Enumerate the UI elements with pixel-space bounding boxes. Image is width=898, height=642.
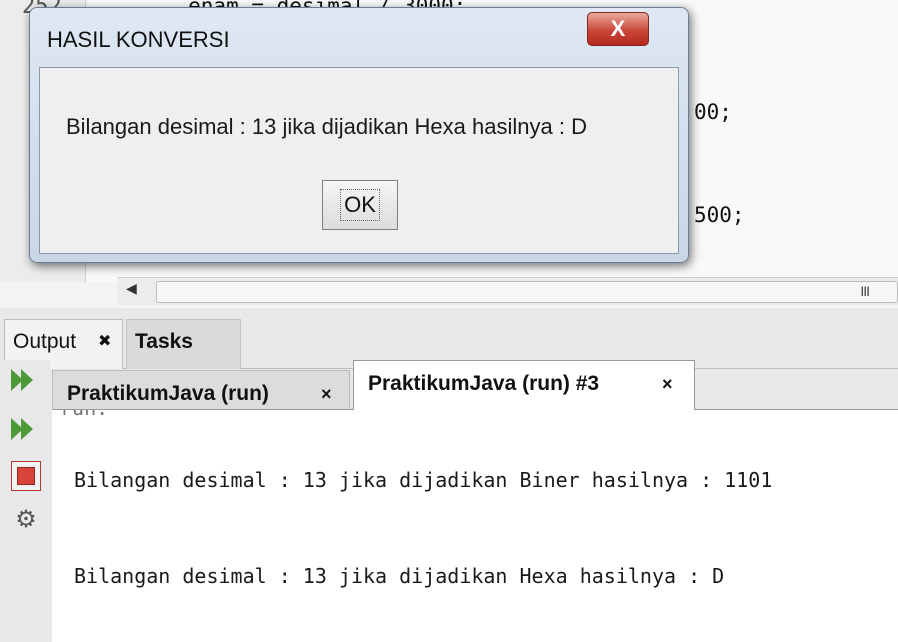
close-tab-icon[interactable]: ✖ <box>98 320 111 364</box>
run-tab-label: PraktikumJava (run) #3 <box>368 372 600 395</box>
close-icon: X <box>610 16 626 41</box>
scroll-left-arrow-icon[interactable]: ◀ <box>126 280 137 297</box>
ok-button[interactable]: OK <box>322 180 398 230</box>
console-output[interactable]: run: Bilangan desimal : 13 jika dijadika… <box>52 409 898 642</box>
scrollbar-track[interactable]: III <box>156 281 898 303</box>
tab-tasks-label: Tasks <box>135 330 193 353</box>
rerun-button[interactable] <box>11 365 41 395</box>
dialog-title: HASIL KONVERSI <box>47 27 230 52</box>
stop-button[interactable] <box>11 461 41 491</box>
code-line: 500; <box>694 203 745 227</box>
output-toolbar: ⚙ <box>0 360 50 642</box>
double-triangle-icon <box>21 418 33 440</box>
dialog-message: Bilangan desimal : 13 jika dijadikan Hex… <box>66 114 587 139</box>
run-tab-praktikumjava-3[interactable]: PraktikumJava (run) #3 × <box>353 360 695 410</box>
close-button[interactable]: X <box>587 12 649 46</box>
ok-label: OK <box>340 189 380 221</box>
run-tab-label: PraktikumJava (run) <box>67 382 269 405</box>
console-line: Bilangan desimal : 13 jika dijadikan Bin… <box>74 468 773 492</box>
close-tab-icon[interactable]: × <box>662 361 673 407</box>
horizontal-scrollbar[interactable]: ◀ III <box>118 277 898 305</box>
dialog-body: Bilangan desimal : 13 jika dijadikan Hex… <box>39 67 679 254</box>
conversion-result-dialog: HASIL KONVERSI X Bilangan desimal : 13 j… <box>29 7 689 263</box>
settings-button[interactable]: ⚙ <box>11 505 41 535</box>
console-line: run: <box>60 410 108 420</box>
tab-tasks[interactable]: Tasks <box>126 319 241 369</box>
stop-icon <box>17 467 35 485</box>
scrollbar-grip[interactable]: III <box>860 283 870 299</box>
code-line: 00; <box>694 100 732 124</box>
console-line: Bilangan desimal : 13 jika dijadikan Hex… <box>74 564 725 588</box>
rerun-with-args-button[interactable] <box>11 414 41 444</box>
settings-icon: ⚙ <box>15 506 37 533</box>
double-triangle-icon <box>21 369 33 391</box>
tab-output-label: Output <box>13 330 77 353</box>
output-panel: Output ✖ Tasks ⚙ PraktikumJava (run) × P… <box>0 308 898 642</box>
